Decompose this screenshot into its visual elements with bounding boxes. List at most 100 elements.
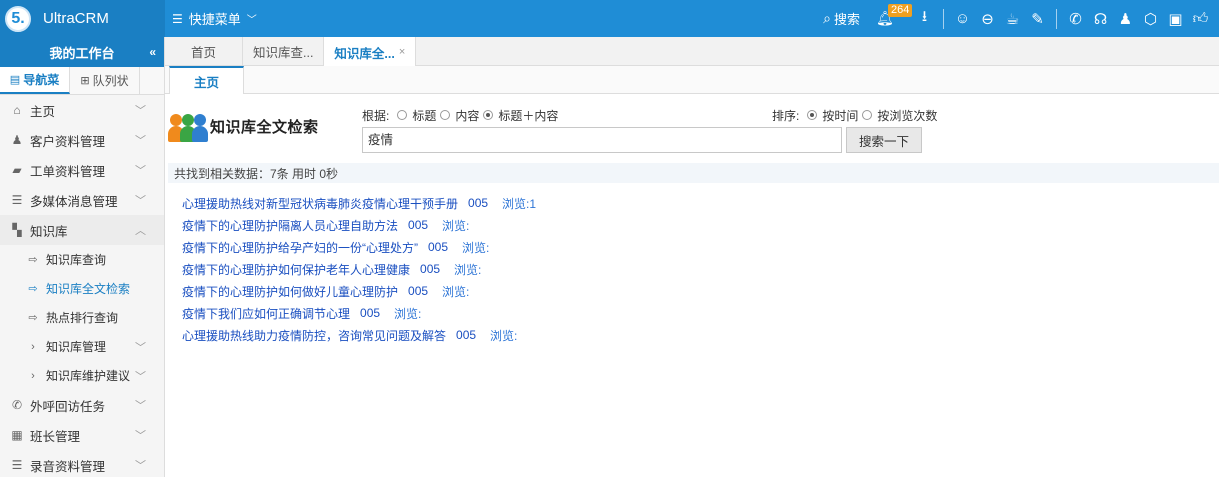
sort-label: 排序: <box>772 108 800 123</box>
sidebar-subitem-knowledge-manage[interactable]: › 知识库管理 ﹀ <box>0 332 164 361</box>
sidebar-item-label: 知识库 <box>30 224 68 239</box>
app-logo[interactable]: 5. <box>5 5 31 32</box>
user-icon: ♟ <box>11 133 23 147</box>
cup-icon[interactable]: ☕︎ <box>1000 0 1025 37</box>
radio-title[interactable] <box>397 110 408 120</box>
tab-nav-menu[interactable]: ▤ 导航菜 <box>0 67 70 94</box>
headset-icon[interactable]: ☊ <box>1088 0 1113 37</box>
result-number: 005 <box>408 218 429 232</box>
tab-main[interactable]: 主页 <box>169 66 244 94</box>
list-item[interactable]: 疫情下的心理防护如何做好儿童心理防护 005 浏览: <box>182 280 536 302</box>
result-title[interactable]: 心理援助热线助力疫情防控，咨询常见问题及解答 <box>182 327 446 344</box>
result-title[interactable]: 疫情下的心理防护隔离人员心理自助方法 <box>182 217 398 234</box>
tab-knowledge-query[interactable]: 知识库查... <box>243 37 325 66</box>
sidebar-subitem-fulltext-search[interactable]: ⇨ 知识库全文检索 <box>0 274 164 303</box>
page-tab-bar: 首页 知识库查... 知识库全... × <box>165 37 1219 67</box>
tab-label: 知识库全... <box>334 46 395 61</box>
radio-title-content[interactable] <box>483 110 494 120</box>
close-icon[interactable]: × <box>399 46 405 58</box>
notification-button[interactable]: 🔔︎ 264 <box>868 0 913 37</box>
sub-tab-bar: 主页 <box>165 66 1219 94</box>
sidebar-item-label: 外呼回访任务 <box>30 399 106 414</box>
search-button[interactable]: ⌕ 搜索 <box>815 0 868 37</box>
sort-options: 排序: 按时间 按浏览次数 <box>772 107 937 123</box>
sidebar-item-customer[interactable]: ♟ 客户资料管理 ﹀ <box>0 125 164 155</box>
chevron-up-icon: ︿ <box>135 225 146 237</box>
group-icon[interactable]: ♟ <box>1113 0 1138 37</box>
result-title[interactable]: 疫情下的心理防护给孕产妇的一份“心理处方” <box>182 239 418 256</box>
result-title[interactable]: 疫情下的心理防护如何做好儿童心理防护 <box>182 283 398 300</box>
thumbs-up-icon[interactable]: 👍︎ <box>1188 0 1213 37</box>
result-views: 浏览: <box>454 262 482 277</box>
list-item[interactable]: 心理援助热线助力疫情防控，咨询常见问题及解答 005 浏览: <box>182 324 536 346</box>
basis-label: 根据: <box>362 108 390 123</box>
list-item[interactable]: 疫情下我们应如何正确调节心理 005 浏览: <box>182 302 536 324</box>
sidebar-subitem-hot-ranking[interactable]: ⇨ 热点排行查询 <box>0 303 164 332</box>
top-toolbar: ⌕ 搜索 🔔︎ 264 ⭳ ☺ ⊖ ☕︎ ✎ ✆ ☊ ♟ ⬡ ▣ 👍︎ <box>815 0 1219 37</box>
radio-content[interactable] <box>440 110 451 120</box>
result-title[interactable]: 疫情下我们应如何正确调节心理 <box>182 305 350 322</box>
chevron-down-icon: ﹀ <box>246 15 257 26</box>
chevron-down-icon: ﹀ <box>135 165 146 177</box>
chevron-down-icon: ﹀ <box>135 430 146 442</box>
search-label: 搜索 <box>833 12 860 27</box>
sidebar-item-outbound[interactable]: ✆ 外呼回访任务 ﹀ <box>0 390 164 420</box>
edit-icon[interactable]: ✎ <box>1025 0 1050 37</box>
list-item[interactable]: 疫情下的心理防护如何保护老年人心理健康 005 浏览: <box>182 258 536 280</box>
quick-menu-button[interactable]: ☰ 快捷菜单 ﹀ <box>172 0 257 37</box>
user-icon[interactable]: ☺ <box>950 0 975 37</box>
sidebar-tabs: ▤ 导航菜 ⊞ 队列状 <box>0 67 164 95</box>
chevron-down-icon: ﹀ <box>135 135 146 147</box>
radio-by-views[interactable] <box>862 110 873 120</box>
grid-icon: ▦ <box>11 428 23 442</box>
sidebar-item-label: 工单资料管理 <box>30 164 106 179</box>
phone-icon[interactable]: ✆ <box>1063 0 1088 37</box>
search-input[interactable]: 疫情 <box>362 127 842 153</box>
shield-icon[interactable]: ⬡ <box>1138 0 1163 37</box>
sidebar-subitem-knowledge-query[interactable]: ⇨ 知识库查询 <box>0 245 164 274</box>
chevron-right-icon: › <box>31 340 35 353</box>
collapse-icon[interactable]: « <box>149 45 156 59</box>
minus-circle-icon[interactable]: ⊖ <box>975 0 1000 37</box>
sidebar-item-recording[interactable]: ☰ 录音资料管理 ﹀ <box>0 450 164 477</box>
tab-home[interactable]: 首页 <box>165 37 243 66</box>
result-views: 浏览: <box>462 240 490 255</box>
search-icon: ⌕ <box>823 10 831 26</box>
chevron-down-icon: ﹀ <box>135 370 146 383</box>
result-title[interactable]: 疫情下的心理防护如何保护老年人心理健康 <box>182 261 410 278</box>
sidebar-item-ticket[interactable]: ▰ 工单资料管理 ﹀ <box>0 155 164 185</box>
radio-by-time[interactable] <box>807 110 818 120</box>
tab-label: 导航菜 <box>23 73 60 87</box>
sidebar-item-team-lead[interactable]: ▦ 班长管理 ﹀ <box>0 420 164 450</box>
tab-label: 知识库查... <box>253 46 314 60</box>
sidebar-header: 我的工作台 « <box>0 37 164 67</box>
result-title[interactable]: 心理援助热线对新型冠状病毒肺炎疫情心理干预手册 <box>182 195 458 212</box>
result-number: 005 <box>468 196 489 210</box>
sidebar-subitem-label: 知识库维护建议 <box>46 369 131 383</box>
sidebar-item-multimedia[interactable]: ☰ 多媒体消息管理 ﹀ <box>0 185 164 215</box>
tab-fulltext-search[interactable]: 知识库全... × <box>324 37 417 67</box>
divider <box>1056 8 1057 29</box>
sitemap-icon: ⊞ <box>80 75 90 87</box>
list-item[interactable]: 心理援助热线对新型冠状病毒肺炎疫情心理干预手册 005 浏览:1 <box>182 192 536 214</box>
app-name: UltraCRM <box>43 10 109 27</box>
sidebar-item-knowledge[interactable]: ▚ 知识库 ︿ <box>0 215 164 245</box>
search-submit-button[interactable]: 搜索一下 <box>846 127 922 153</box>
download-icon[interactable]: ⭳ <box>912 0 937 37</box>
sign-in-icon: ⇨ <box>28 312 38 324</box>
search-logo: 知识库全文检索 <box>168 108 348 144</box>
list-item[interactable]: 疫情下的心理防护隔离人员心理自助方法 005 浏览: <box>182 214 536 236</box>
search-title: 知识库全文检索 <box>210 118 319 136</box>
result-views: 浏览: <box>442 218 470 233</box>
chevron-down-icon: ﹀ <box>135 460 146 472</box>
chart-icon[interactable]: ▣ <box>1163 0 1188 37</box>
sidebar-subitem-maintenance-suggestion[interactable]: › 知识库维护建议 ﹀ <box>0 361 164 390</box>
result-number: 005 <box>360 306 381 320</box>
menu-list-icon: ☰ <box>172 11 183 26</box>
sidebar-subitem-label: 知识库查询 <box>46 253 107 267</box>
result-number: 005 <box>408 284 429 298</box>
list-item[interactable]: 疫情下的心理防护给孕产妇的一份“心理处方” 005 浏览: <box>182 236 536 258</box>
sidebar-item-home[interactable]: ⌂ 主页 ﹀ <box>0 95 164 125</box>
tab-queue-status[interactable]: ⊞ 队列状 <box>70 67 140 94</box>
brand: 5. UltraCRM <box>0 0 165 37</box>
